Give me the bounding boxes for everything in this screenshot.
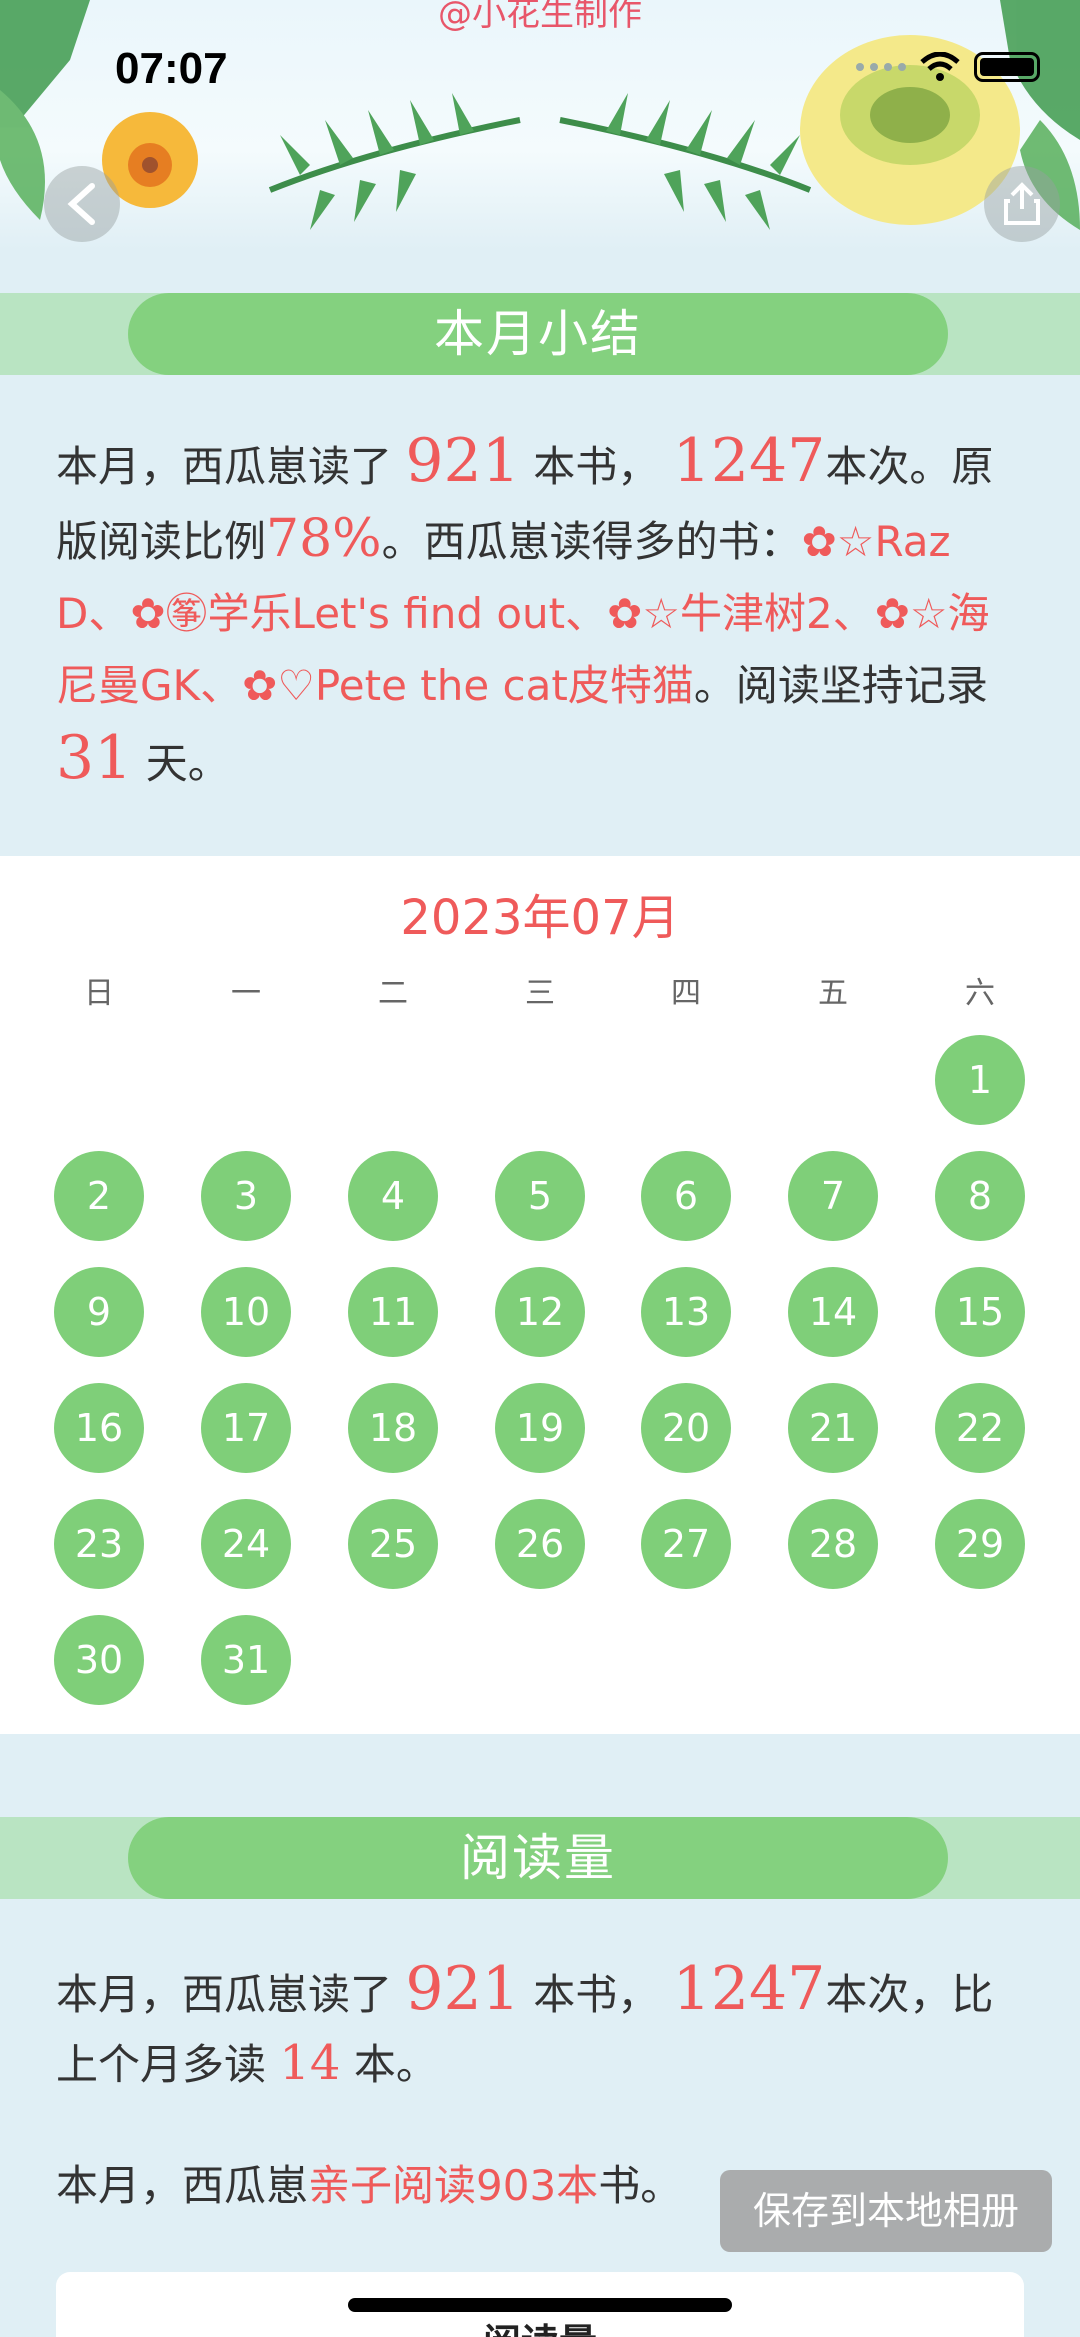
calendar-day[interactable]: 18: [348, 1383, 438, 1473]
reading-text: 书。: [598, 2161, 683, 2210]
calendar-day[interactable]: 14: [788, 1267, 878, 1357]
summary-paragraph: 本月，西瓜崽读了 921 本书， 1247本次。原版阅读比例78%。西瓜崽读得多…: [56, 425, 1026, 800]
weekday-label: 日: [84, 976, 114, 1011]
books-count: 921: [405, 426, 520, 496]
calendar-day[interactable]: 13: [641, 1267, 731, 1357]
reading-text: 本月，西瓜崽读了: [56, 1970, 393, 2019]
summary-text: 天。: [145, 739, 230, 788]
calendar-day[interactable]: 25: [348, 1499, 438, 1589]
summary-text: 。阅读坚持记录: [693, 661, 988, 710]
times-count: 1247: [672, 1954, 826, 2024]
header-banner: @小花生制作 07:07: [0, 0, 1080, 250]
back-button[interactable]: [44, 166, 120, 242]
calendar-day[interactable]: 9: [54, 1267, 144, 1357]
tropical-leaves-illustration: [0, 0, 1080, 230]
books-count: 921: [405, 1954, 520, 2024]
weekday-label: 四: [671, 976, 701, 1011]
calendar-day[interactable]: 5: [495, 1151, 585, 1241]
calendar-day[interactable]: 7: [788, 1151, 878, 1241]
summary-text: 本月，西瓜崽读了: [56, 442, 393, 491]
status-icons: [856, 52, 1040, 82]
weekday-label: 三: [525, 976, 555, 1011]
calendar-day[interactable]: 2: [54, 1151, 144, 1241]
weekday-label: 六: [965, 976, 995, 1011]
calendar-day[interactable]: 10: [201, 1267, 291, 1357]
weekday-label: 一: [231, 976, 261, 1011]
calendar-day[interactable]: 27: [641, 1499, 731, 1589]
chevron-left-icon: [67, 183, 95, 225]
calendar-day[interactable]: 23: [54, 1499, 144, 1589]
reading-title: 阅读量: [128, 1817, 948, 1899]
reading-calendar: 2023年07月 日一二三四五六 1 2 3 4 5 6 7 8 9 10 11 12 13 14 15 16…: [0, 856, 1080, 1734]
calendar-day[interactable]: 16: [54, 1383, 144, 1473]
calendar-day[interactable]: 30: [54, 1615, 144, 1705]
calendar-day[interactable]: 28: [788, 1499, 878, 1589]
summary-text: 。西瓜崽读得多的书：: [381, 517, 802, 566]
calendar-day[interactable]: 31: [201, 1615, 291, 1705]
calendar-day[interactable]: 26: [495, 1499, 585, 1589]
calendar-day[interactable]: 6: [641, 1151, 731, 1241]
wifi-icon: [920, 52, 960, 81]
reading-text: 本。: [353, 2040, 438, 2089]
calendar-day[interactable]: 1: [935, 1035, 1025, 1125]
calendar-day[interactable]: 4: [348, 1151, 438, 1241]
streak-days: 31: [56, 723, 133, 793]
weekday-label: 五: [818, 976, 848, 1011]
home-indicator: [348, 2298, 732, 2312]
calendar-day[interactable]: 22: [935, 1383, 1025, 1473]
reading-paragraph: 本月，西瓜崽读了 921 本书， 1247本次，比上个月多读 14 本。: [56, 1955, 1026, 2099]
calendar-day[interactable]: 19: [495, 1383, 585, 1473]
battery-icon: [974, 52, 1040, 82]
share-icon: [1004, 182, 1040, 225]
calendar-day[interactable]: 29: [935, 1499, 1025, 1589]
status-time: 07:07: [115, 44, 228, 93]
calendar-day[interactable]: 12: [495, 1267, 585, 1357]
share-button[interactable]: [984, 166, 1060, 242]
credit-label: @小花生制作: [438, 0, 642, 34]
reading-text: 本书，: [533, 1970, 660, 2019]
signal-icon: [856, 63, 906, 71]
parent-reading-count: 亲子阅读903本: [308, 2161, 599, 2210]
original-ratio: 78%: [266, 509, 382, 569]
calendar-day[interactable]: 20: [641, 1383, 731, 1473]
calendar-day[interactable]: 3: [201, 1151, 291, 1241]
save-to-album-button[interactable]: 保存到本地相册: [720, 2170, 1052, 2252]
more-books-count: 14: [279, 2035, 341, 2091]
summary-title: 本月小结: [128, 293, 948, 375]
reading-text: 本月，西瓜崽: [56, 2161, 309, 2210]
calendar-month-title: 2023年07月: [400, 890, 680, 946]
calendar-day[interactable]: 17: [201, 1383, 291, 1473]
calendar-day[interactable]: 15: [935, 1267, 1025, 1357]
calendar-day[interactable]: 21: [788, 1383, 878, 1473]
weekday-label: 二: [378, 976, 408, 1011]
times-count: 1247: [672, 426, 826, 496]
calendar-day[interactable]: 24: [201, 1499, 291, 1589]
card-title: 阅读量: [56, 2312, 1024, 2337]
summary-text: 本书，: [533, 442, 660, 491]
calendar-day[interactable]: 8: [935, 1151, 1025, 1241]
calendar-day[interactable]: 11: [348, 1267, 438, 1357]
